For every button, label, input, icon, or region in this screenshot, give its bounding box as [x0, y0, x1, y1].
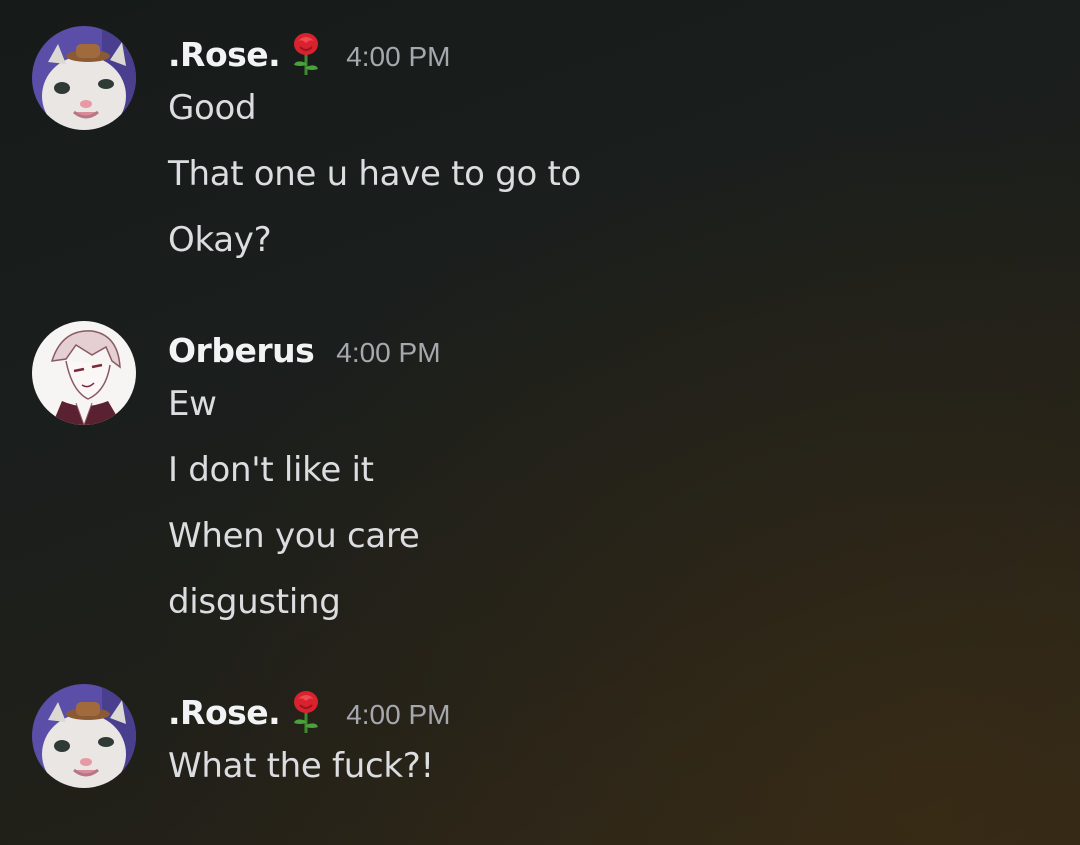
cat-avatar-image: [32, 684, 136, 788]
message-line[interactable]: What the fuck?!: [168, 746, 434, 786]
avatar-rose[interactable]: [32, 26, 136, 130]
message-line[interactable]: disgusting: [168, 582, 341, 622]
message-group-rose-1: .Rose. 4:00 PM Good That one u have to g…: [0, 0, 1080, 300]
timestamp: 4:00 PM: [336, 337, 441, 368]
username[interactable]: Orberus: [168, 331, 315, 370]
message-line[interactable]: Good: [168, 88, 257, 128]
anime-avatar-image: [32, 321, 136, 425]
message-header: Orberus 4:00 PM: [168, 324, 441, 376]
message-line[interactable]: When you care: [168, 516, 420, 556]
rose-icon: [288, 31, 324, 77]
message-header: .Rose. 4:00 PM: [168, 28, 450, 80]
timestamp: 4:00 PM: [346, 699, 451, 730]
message-line[interactable]: Okay?: [168, 220, 272, 260]
timestamp: 4:00 PM: [346, 41, 451, 72]
message-header: .Rose. 4:00 PM: [168, 686, 450, 738]
username[interactable]: .Rose.: [168, 693, 281, 732]
message-line[interactable]: That one u have to go to: [168, 154, 581, 194]
cat-avatar-image: [32, 26, 136, 130]
avatar-rose[interactable]: [32, 684, 136, 788]
message-group-orberus: Orberus 4:00 PM Ew I don't like it When …: [0, 300, 1080, 660]
message-line[interactable]: Ew: [168, 384, 217, 424]
username[interactable]: .Rose.: [168, 35, 281, 74]
rose-icon: [288, 689, 324, 735]
message-group-rose-2: .Rose. 4:00 PM What the fuck?!: [0, 660, 1080, 845]
message-line[interactable]: I don't like it: [168, 450, 374, 490]
avatar-orberus[interactable]: [32, 321, 136, 425]
